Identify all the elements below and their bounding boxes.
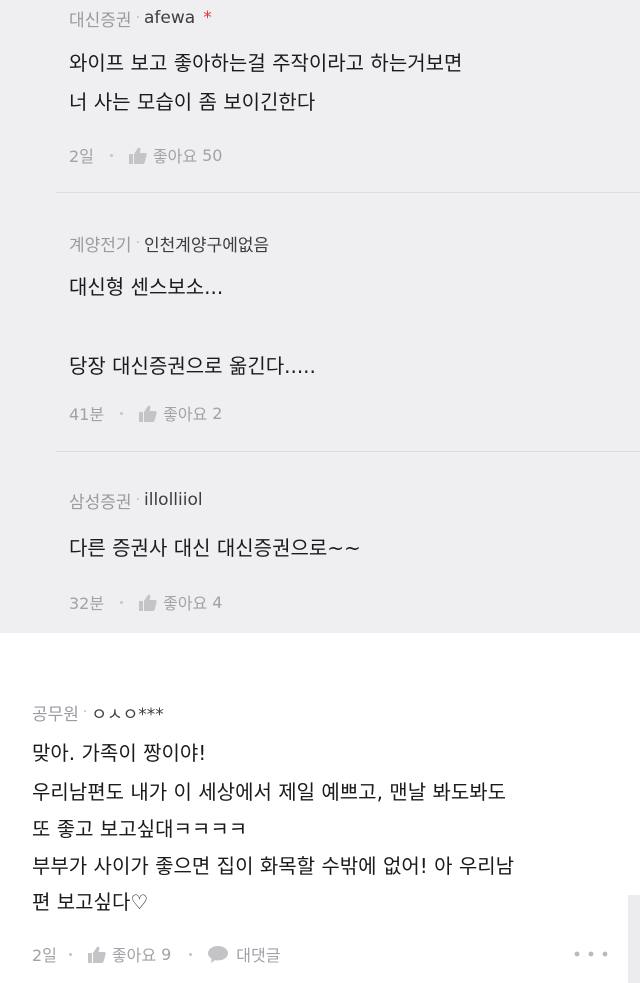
comment-meta: 계양전기 · 인천계양구에없음 (69, 228, 269, 258)
like-button[interactable]: 좋아요 4 (139, 590, 222, 614)
like-count: 9 (161, 944, 172, 964)
comment-time: 32분 (69, 594, 105, 613)
author-company: 삼성증권 (69, 492, 132, 513)
reply-label: 대댓글 (236, 946, 281, 965)
comment-text-line: 맞아. 가족이 짱이야! (32, 741, 207, 765)
separator-dot (120, 600, 124, 604)
separator-dot: · (135, 235, 141, 251)
comment-footer: 41분 좋아요 2 (69, 398, 222, 428)
comment-thread-screen: 대신증권 · afewa * 와이프 보고 좋아하는걸 주작이라고 하는거보면 … (0, 0, 640, 983)
comment-text-line: 당장 대신증권으로 옮긴다..... (69, 354, 316, 378)
comment-meta: 공무원 · ㅇㅅㅇ*** (32, 697, 164, 727)
replies-area: 대신증권 · afewa * 와이프 보고 좋아하는걸 주작이라고 하는거보면 … (0, 0, 640, 633)
like-label: 좋아요 (163, 405, 208, 424)
separator-dot (68, 952, 72, 956)
separator-dot: · (135, 10, 141, 26)
comment-footer: 2일 좋아요 9 대댓글 (32, 939, 280, 969)
comment-meta: 대신증권 · afewa * (69, 3, 212, 33)
speech-bubble-icon (208, 945, 229, 963)
thumbs-up-icon (87, 946, 106, 963)
like-button[interactable]: 좋아요 2 (139, 401, 222, 425)
comment-time: 41분 (69, 405, 105, 424)
comment-footer: 32분 좋아요 4 (69, 587, 222, 617)
separator-dot: · (82, 704, 88, 720)
like-label: 좋아요 (111, 946, 157, 965)
separator-dot (120, 411, 124, 415)
comment-footer: 2일 좋아요 50 (69, 140, 222, 170)
reply-comment: 계양전기 · 인천계양구에없음 대신형 센스보소... 당장 대신증권으로 옮긴… (0, 195, 640, 465)
comment-meta: 삼성증권 · illolliiol (69, 485, 203, 515)
comment-text-line: 너 사는 모습이 좀 보이긴한다 (69, 90, 316, 114)
reply-comment: 대신증권 · afewa * 와이프 보고 좋아하는걸 주작이라고 하는거보면 … (0, 3, 640, 193)
comment-text-line: 다른 증권사 대신 대신증권으로~~ (69, 536, 361, 560)
author-company: 공무원 (32, 704, 79, 725)
main-comment: 공무원 · ㅇㅅㅇ*** 맞아. 가족이 짱이야! 우리남편도 내가 이 세상에… (0, 633, 640, 983)
like-count: 50 (202, 145, 223, 165)
like-label: 좋아요 (152, 147, 198, 166)
separator-dot: · (135, 492, 141, 508)
comment-text-line: 부부가 사이가 좋으면 집이 화목할 수밖에 없어! 아 우리남 (32, 854, 515, 878)
comment-text-line: 와이프 보고 좋아하는걸 주작이라고 하는거보면 (69, 51, 463, 75)
like-count: 2 (212, 403, 223, 423)
like-label: 좋아요 (163, 594, 208, 613)
like-button[interactable]: 좋아요 9 (87, 942, 172, 966)
thumbs-up-icon (128, 147, 147, 164)
reply-comment: 삼성증권 · illolliiol 다른 증권사 대신 대신증권으로~~ 32분… (0, 452, 640, 632)
more-dots-icon (574, 951, 608, 957)
comment-divider (56, 192, 640, 193)
comment-text-line: 편 보고싶다♡ (32, 890, 149, 914)
reply-button[interactable]: 대댓글 (208, 942, 280, 966)
author-company: 대신증권 (69, 10, 132, 31)
separator-dot (189, 952, 193, 956)
like-count: 4 (212, 592, 223, 612)
author-nickname[interactable]: ㅇㅅㅇ*** (91, 700, 163, 725)
comment-text-line: 대신형 센스보소... (69, 275, 224, 299)
author-nickname[interactable]: afewa (144, 8, 195, 28)
like-button[interactable]: 좋아요 50 (128, 143, 223, 167)
author-nickname[interactable]: illolliiol (144, 490, 203, 510)
scrollbar-track[interactable] (628, 895, 640, 983)
thumbs-up-icon (139, 405, 157, 422)
comment-text-line: 또 좋고 보고싶대ㅋㅋㅋㅋ (32, 817, 248, 841)
thumbs-up-icon (139, 594, 157, 611)
author-company: 계양전기 (69, 235, 132, 256)
separator-dot (109, 153, 113, 157)
comment-time: 2일 (32, 946, 57, 965)
comment-text-line: 우리남편도 내가 이 세상에서 제일 예쁘고, 맨날 봐도봐도 (32, 780, 507, 804)
author-nickname[interactable]: 인천계양구에없음 (144, 231, 269, 256)
comment-time: 2일 (69, 147, 94, 166)
more-options-button[interactable] (574, 939, 608, 969)
author-star-mark: * (203, 8, 212, 28)
